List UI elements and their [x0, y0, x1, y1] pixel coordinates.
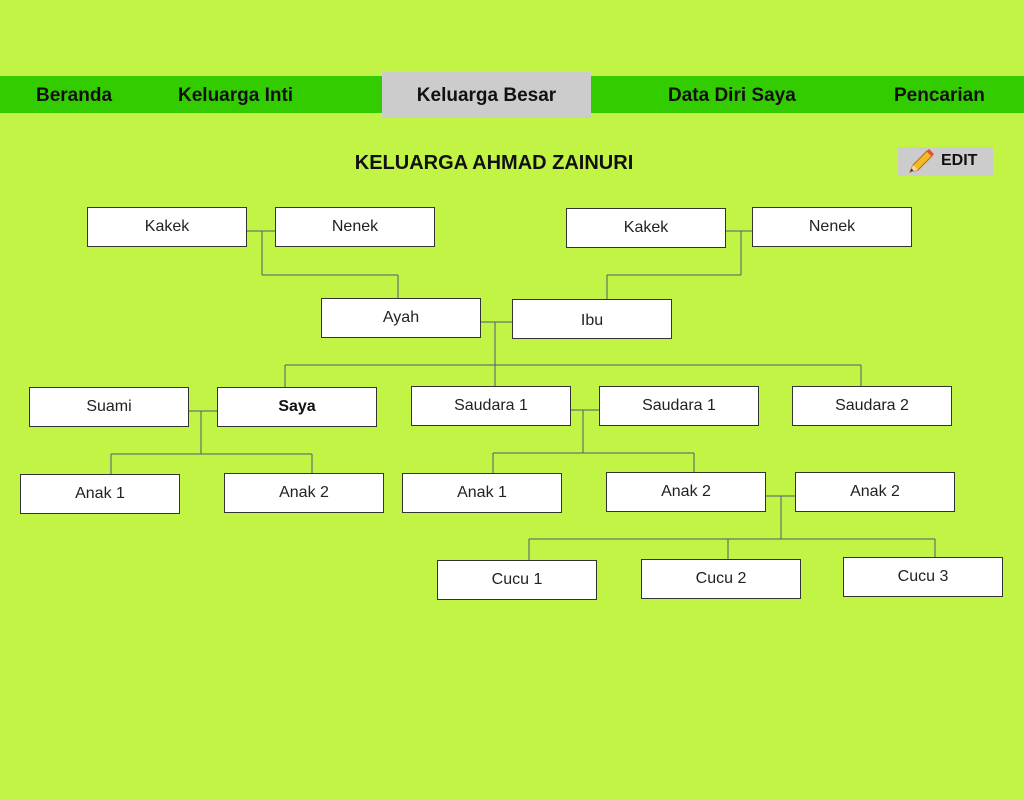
- node-cucu-2[interactable]: Cucu 2: [641, 559, 801, 599]
- node-kakek-maternal[interactable]: Kakek: [566, 208, 726, 248]
- node-kakek-paternal[interactable]: Kakek: [87, 207, 247, 247]
- node-cucu-1[interactable]: Cucu 1: [437, 560, 597, 600]
- node-saudara-anak-1[interactable]: Anak 1: [402, 473, 562, 513]
- node-ayah[interactable]: Ayah: [321, 298, 481, 338]
- node-ibu[interactable]: Ibu: [512, 299, 672, 339]
- node-suami[interactable]: Suami: [29, 387, 189, 427]
- node-nenek-maternal[interactable]: Nenek: [752, 207, 912, 247]
- node-saya-anak-2[interactable]: Anak 2: [224, 473, 384, 513]
- node-cucu-3[interactable]: Cucu 3: [843, 557, 1003, 597]
- node-saya-anak-1[interactable]: Anak 1: [20, 474, 180, 514]
- node-nenek-paternal[interactable]: Nenek: [275, 207, 435, 247]
- node-saudara-1-spouse[interactable]: Saudara 1: [599, 386, 759, 426]
- node-saudara-2[interactable]: Saudara 2: [792, 386, 952, 426]
- node-saudara-anak-2[interactable]: Anak 2: [606, 472, 766, 512]
- node-saudara-1[interactable]: Saudara 1: [411, 386, 571, 426]
- node-saudara-anak-2-spouse[interactable]: Anak 2: [795, 472, 955, 512]
- node-saya[interactable]: Saya: [217, 387, 377, 427]
